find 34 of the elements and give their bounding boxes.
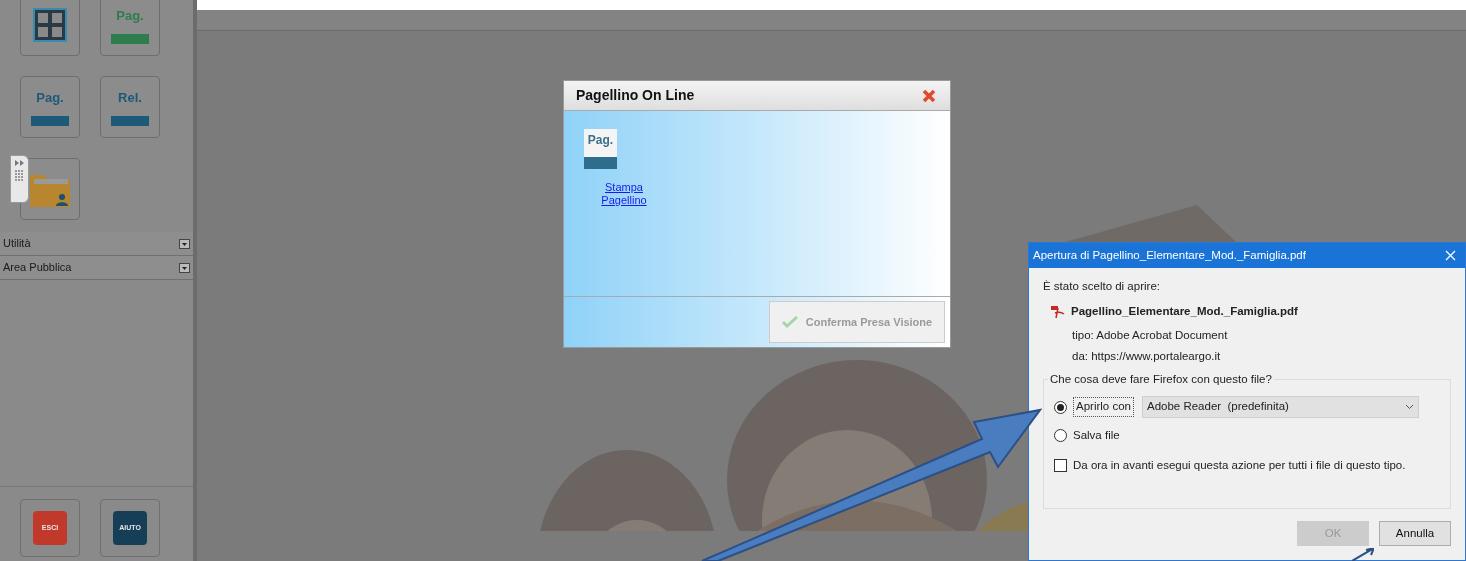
radio-label[interactable]: Aprirlo con (1073, 397, 1134, 417)
print-link[interactable]: Stampa Pagellino (594, 181, 654, 207)
radio-button[interactable] (1054, 429, 1067, 443)
grip-icon (15, 170, 24, 182)
tile-label: Pag. (36, 89, 64, 108)
file-source: da: https://www.portaleargo.it (1072, 348, 1222, 364)
report-tile[interactable]: Pag. (584, 129, 617, 169)
check-icon (781, 316, 798, 328)
checkbox[interactable] (1054, 459, 1067, 473)
sidebar-section[interactable]: Area Pubblica (0, 256, 193, 280)
dialog-title: Apertura di Pagellino_Elementare_Mod._Famiglia.pdf (1033, 247, 1306, 263)
panel-handle[interactable] (10, 155, 29, 203)
expand-icon (14, 160, 25, 166)
pdf-icon (1051, 304, 1065, 319)
grid-icon (33, 8, 67, 42)
dialog-button[interactable]: Annulla (1379, 521, 1451, 546)
close-icon (922, 88, 936, 103)
tile-label: Rel. (118, 89, 142, 108)
pointer-arrow (1352, 548, 1374, 561)
file-type: tipo: Adobe Acrobat Document (1072, 327, 1229, 343)
file-name: Pagellino_Elementare_Mod._Famiglia.pdf (1071, 304, 1298, 320)
sidebar-tile[interactable] (20, 0, 80, 56)
intro-text: È stato scelto di aprire: (1043, 279, 1161, 294)
close-icon (1444, 250, 1456, 261)
radio-label[interactable]: Salva file (1073, 427, 1120, 445)
checkbox-label[interactable]: Da ora in avanti esegui questa azione per tutti i file di questo tipo. (1073, 457, 1406, 475)
chevron-down-icon (1404, 404, 1414, 410)
tile-label: Pag. (116, 7, 144, 26)
dropdown-icon (179, 262, 190, 273)
popup-title: Pagellino On Line (576, 86, 695, 105)
sidebar-section[interactable]: Utilità (0, 232, 193, 256)
radio-button[interactable] (1054, 400, 1067, 414)
app-select[interactable]: Adobe Reader (predefinita) (1141, 396, 1419, 418)
dropdown-icon (179, 238, 190, 249)
